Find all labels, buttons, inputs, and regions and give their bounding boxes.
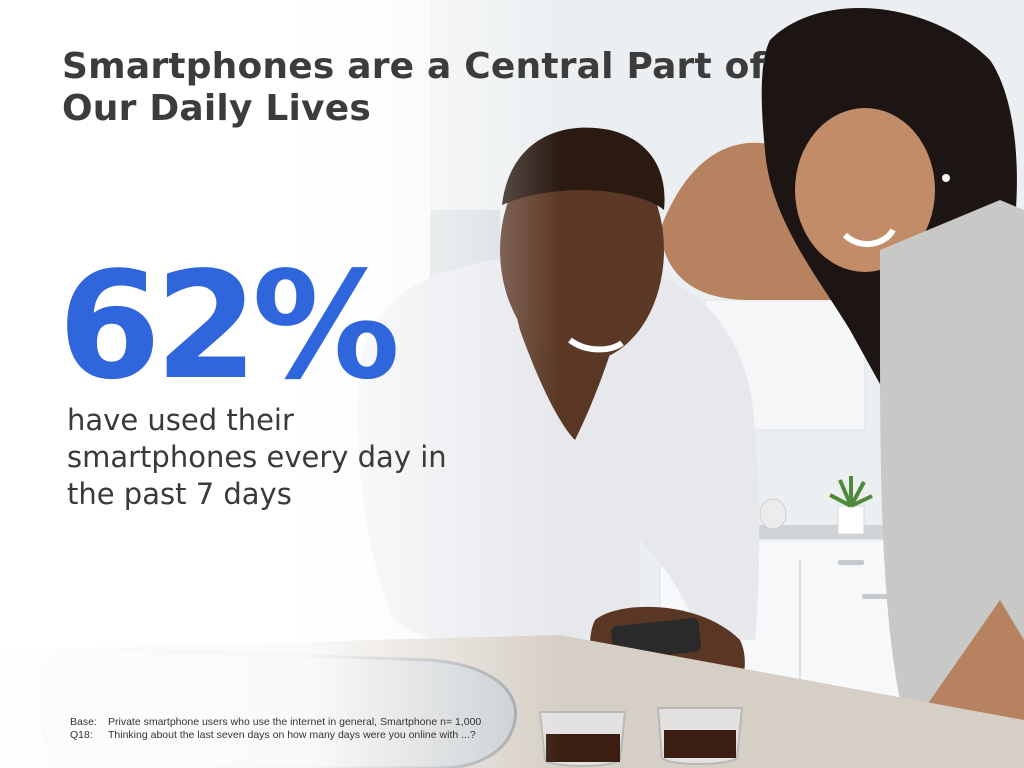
slide-title-line: Smartphones are a Central Part of bbox=[62, 46, 766, 87]
footnote-base-row: Base: Private smartphone users who use t… bbox=[70, 716, 515, 729]
slide: Smartphones are a Central Part of Our Da… bbox=[0, 0, 1024, 768]
stat-caption-line: the past 7 days bbox=[67, 477, 292, 511]
earring bbox=[942, 174, 950, 182]
footnote-question-label: Q18: bbox=[70, 729, 93, 741]
stat-caption-line: smartphones every day in bbox=[67, 440, 447, 474]
stat-caption-line: have used their bbox=[67, 403, 294, 437]
cabinet-handle bbox=[862, 594, 888, 599]
coffee bbox=[664, 730, 736, 758]
slide-title-line: Our Daily Lives bbox=[62, 88, 371, 129]
stat-percentage: 62% bbox=[58, 240, 400, 412]
vase bbox=[759, 498, 787, 530]
stat-caption: have used their smartphones every day in… bbox=[67, 402, 487, 513]
footnote-base-label: Base: bbox=[70, 716, 97, 728]
slide-title: Smartphones are a Central Part of Our Da… bbox=[62, 46, 782, 130]
plant-pot bbox=[837, 505, 865, 535]
footnote-base-text: Private smartphone users who use the int… bbox=[108, 716, 482, 728]
footnote-question-text: Thinking about the last seven days on ho… bbox=[108, 729, 476, 741]
footnote-question-row: Q18: Thinking about the last seven days … bbox=[70, 729, 515, 742]
cabinet-handle bbox=[838, 560, 864, 565]
footnote: Base: Private smartphone users who use t… bbox=[70, 716, 515, 742]
